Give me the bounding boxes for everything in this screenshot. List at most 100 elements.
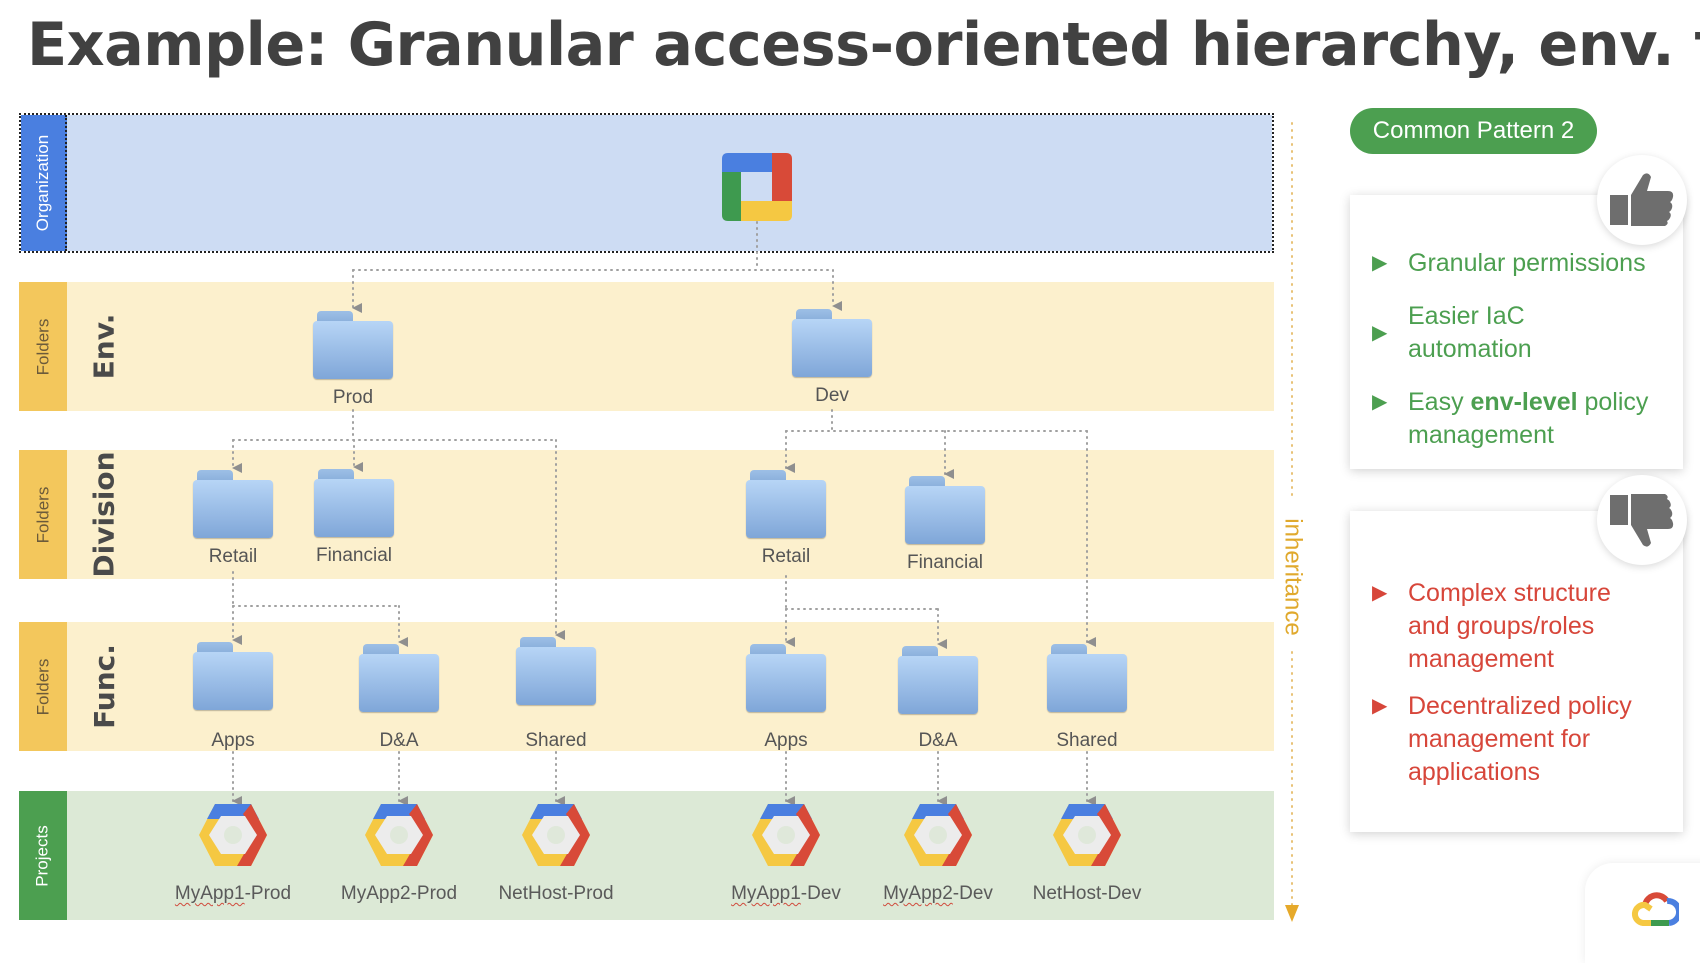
con-item-text: Decentralized policy management for appl… (1408, 692, 1632, 786)
env-tag-label: Folders (33, 318, 52, 375)
con-item-text: Complex structure and groups/roles manag… (1408, 579, 1611, 673)
project-node[interactable]: MyApp1-Dev (701, 802, 871, 905)
google-cloud-logo-icon (1632, 892, 1679, 926)
google-cloud-logo-tab (1585, 863, 1700, 963)
folder-label: Apps (764, 730, 808, 751)
project-label: MyApp2-Prod (340, 883, 458, 904)
thumbs-down-badge (1597, 475, 1687, 565)
connector-dev (785, 409, 1088, 432)
folder-icon (1047, 644, 1127, 712)
folder-label: D&A (918, 730, 958, 751)
slide-title: Example: Granular access-oriented hierar… (27, 10, 1700, 80)
folder-icon (193, 470, 273, 538)
project-node[interactable]: MyApp2-Prod (314, 802, 484, 905)
env-level-label: Env. (87, 313, 121, 380)
folder-icon (359, 644, 439, 712)
func-level-label: Func. (87, 644, 121, 729)
pro-item-text-bold: env-level (1470, 388, 1578, 416)
inheritance-arrow-icon (1285, 905, 1299, 922)
pro-item: ▶ Easier IaC automation (1372, 300, 1673, 366)
project-node[interactable]: MyApp2-Dev (853, 802, 1023, 905)
folder-da-prod[interactable]: D&A (339, 644, 459, 752)
project-label: NetHost-Prod (498, 883, 614, 904)
folder-dev[interactable]: Dev (772, 309, 892, 407)
folder-label: Dev (815, 385, 849, 406)
project-icon (904, 804, 972, 866)
organization-tag: Organization (21, 115, 67, 251)
bullet-icon: ▶ (1372, 252, 1388, 274)
folder-label: Prod (332, 387, 374, 408)
thumbs-up-icon (1610, 173, 1674, 226)
project-node[interactable]: NetHost-Dev (1002, 802, 1172, 905)
division-tag: Folders (19, 450, 67, 579)
folder-label: Financial (315, 545, 393, 566)
func-tag-label: Folders (33, 658, 52, 715)
con-item: ▶ Decentralized policy management for ap… (1372, 690, 1673, 789)
thumbs-up-badge (1597, 155, 1687, 245)
project-icon (199, 804, 267, 866)
spellcheck-underline: MyApp1 (731, 883, 801, 904)
folder-label: Apps (211, 730, 255, 751)
project-label: NetHost-Dev (1032, 883, 1142, 904)
project-node[interactable]: MyApp1-Prod (148, 802, 318, 905)
pro-item-text: Granular permissions (1408, 249, 1646, 277)
project-node[interactable]: NetHost-Prod (471, 802, 641, 905)
folder-label: Retail (761, 546, 811, 567)
folder-icon (746, 644, 826, 712)
folder-icon (516, 637, 596, 705)
folder-financial-dev[interactable]: Financial (885, 476, 1005, 574)
folder-icon (792, 309, 872, 377)
bullet-icon: ▶ (1372, 391, 1388, 413)
pro-item-text: Easier IaC automation (1408, 302, 1532, 363)
thumbs-down-icon (1610, 494, 1674, 547)
common-pattern-badge: Common Pattern 2 (1350, 108, 1597, 154)
folder-shared-prod[interactable]: Shared (496, 637, 616, 752)
spellcheck-underline: MyApp1 (174, 883, 245, 904)
folder-label: D&A (379, 730, 419, 751)
projects-tag: Projects (19, 791, 67, 920)
project-icon (1053, 804, 1121, 866)
pro-item: ▶ Easy env-level policy management (1372, 386, 1673, 452)
connector-prod (232, 409, 557, 441)
folder-da-dev[interactable]: D&A (878, 646, 998, 752)
bullet-icon: ▶ (1372, 322, 1388, 344)
division-level-label: Division (87, 451, 121, 578)
env-band: Folders Env. (19, 282, 1274, 411)
folder-icon (898, 646, 978, 714)
inheritance-label: inheritance (1280, 510, 1308, 644)
folder-shared-dev[interactable]: Shared (1027, 644, 1147, 752)
folder-financial-prod[interactable]: Financial (294, 469, 414, 567)
inheritance-text: inheritance (1280, 518, 1308, 636)
bullet-icon: ▶ (1372, 582, 1388, 604)
pro-item: ▶ Granular permissions (1372, 247, 1673, 280)
bullet-icon: ▶ (1372, 695, 1388, 717)
func-tag: Folders (19, 622, 67, 751)
organization-tag-label: Organization (33, 134, 53, 232)
folder-label: Financial (906, 552, 984, 573)
folder-apps-dev[interactable]: Apps (726, 644, 846, 752)
folder-icon (313, 311, 393, 379)
project-label: MyApp2-Dev (883, 883, 993, 904)
project-icon (365, 804, 433, 866)
projects-tag-label: Projects (33, 824, 53, 887)
organization-icon (722, 153, 792, 221)
folder-retail-dev[interactable]: Retail (726, 470, 846, 568)
folder-label: Shared (1056, 730, 1118, 751)
env-tag: Folders (19, 282, 67, 411)
pro-item-text-pre: Easy (1408, 388, 1471, 416)
project-label: MyApp1-Prod (174, 883, 292, 904)
folder-retail-prod[interactable]: Retail (173, 470, 293, 568)
project-icon (522, 804, 590, 866)
folder-apps-prod[interactable]: Apps (173, 642, 293, 752)
spellcheck-underline: MyApp2 (883, 883, 953, 904)
folder-prod[interactable]: Prod (293, 311, 413, 409)
project-icon (752, 804, 820, 866)
pro-item-text: Easy env-level policy management (1408, 386, 1673, 452)
folder-icon (746, 470, 826, 538)
division-tag-label: Folders (33, 486, 52, 543)
folder-label: Shared (525, 730, 587, 751)
connector-retail-dev (785, 575, 939, 610)
folder-label: Retail (208, 546, 258, 567)
folder-icon (314, 469, 394, 537)
con-item: ▶ Complex structure and groups/roles man… (1372, 577, 1673, 676)
